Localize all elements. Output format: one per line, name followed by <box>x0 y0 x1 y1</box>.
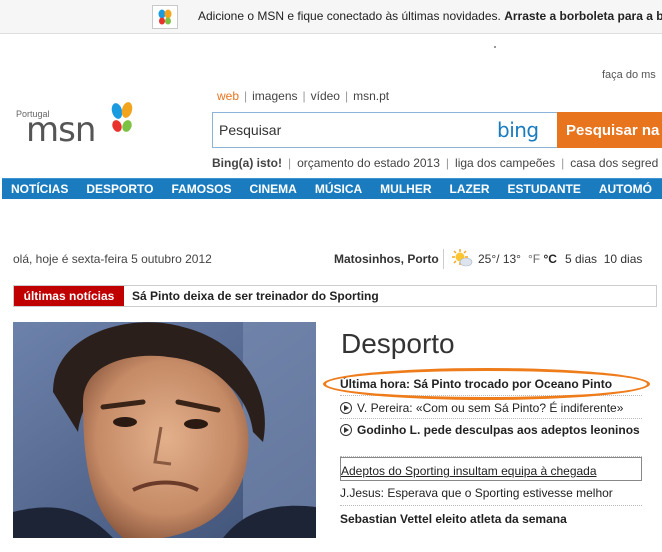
search-box: bing <box>212 112 560 148</box>
notification-message: Adicione o MSN e fique conectado às últi… <box>198 9 662 23</box>
headline-item[interactable]: Godinho L. pede desculpas aos adeptos le… <box>340 419 642 457</box>
msn-logo[interactable]: msn <box>26 110 96 150</box>
weather-location[interactable]: Matosinhos, Porto <box>334 252 439 266</box>
forecast-5-days[interactable]: 5 dias <box>565 252 597 266</box>
temperature-units: °F °C <box>528 252 557 266</box>
tab-images[interactable]: imagens <box>252 89 297 103</box>
nav-item-musica[interactable]: MÚSICA <box>315 179 362 199</box>
tab-web[interactable]: web <box>217 89 239 103</box>
bing-logo: bing <box>497 118 539 142</box>
headline-item[interactable]: V. Pereira: «Com ou sem Sá Pinto? É indi… <box>340 396 642 419</box>
trending-link[interactable]: casa dos segred <box>570 156 658 170</box>
nav-item-mulher[interactable]: MULHER <box>380 179 431 199</box>
butterfly-icon[interactable] <box>152 5 178 29</box>
nav-item-lazer[interactable]: LAZER <box>450 179 490 199</box>
trending-link[interactable]: liga dos campeões <box>455 156 555 170</box>
breaking-news-bar: últimas notícias Sá Pinto deixa de ser t… <box>13 285 657 307</box>
make-homepage-link[interactable]: faça do ms <box>602 69 656 81</box>
news-photo[interactable] <box>13 322 316 538</box>
tab-msn-pt[interactable]: msn.pt <box>353 89 389 103</box>
video-play-icon <box>340 402 352 414</box>
search-button[interactable]: Pesquisar na <box>557 112 662 148</box>
temperature: 25°/ 13° <box>478 252 521 266</box>
nav-item-estudante[interactable]: ESTUDANTE <box>508 179 581 199</box>
nav-item-desporto[interactable]: DESPORTO <box>86 179 153 199</box>
nav-item-famosos[interactable]: FAMOSOS <box>171 179 231 199</box>
date-greeting: olá, hoje é sexta-feira 5 outubro 2012 <box>13 252 212 266</box>
unit-fahrenheit[interactable]: °F <box>528 252 540 266</box>
video-play-icon <box>340 424 352 436</box>
msn-butterfly-logo-icon <box>111 102 133 132</box>
breaking-news-label: últimas notícias <box>14 286 124 306</box>
headline-item[interactable]: J.Jesus: Esperava que o Sporting estives… <box>340 481 642 506</box>
forecast-links: 5 dias 10 dias <box>565 252 642 266</box>
unit-celsius[interactable]: °C <box>543 252 556 266</box>
search-tabs: web | imagens | vídeo | msn.pt <box>217 89 390 103</box>
trending-link[interactable]: orçamento do estado 2013 <box>297 156 440 170</box>
bing-it-link[interactable]: Bing(a) isto! <box>212 156 282 170</box>
tab-video[interactable]: vídeo <box>311 89 340 103</box>
nav-item-noticias[interactable]: NOTÍCIAS <box>11 179 68 199</box>
breaking-news-headline[interactable]: Sá Pinto deixa de ser treinador do Sport… <box>132 289 379 303</box>
trending-links: Bing(a) isto! | orçamento do estado 2013 | l… <box>212 156 659 170</box>
section-title[interactable]: Desporto <box>341 328 455 360</box>
sun-icon <box>452 249 473 267</box>
search-input[interactable] <box>219 120 489 140</box>
forecast-10-days[interactable]: 10 dias <box>604 252 643 266</box>
nav-item-automovel[interactable]: AUTOMÓ <box>599 179 652 199</box>
divider-dot <box>494 46 496 48</box>
headline-item[interactable]: Sebastian Vettel eleito atleta da semana <box>340 506 642 531</box>
headline-list: Última hora: Sá Pinto trocado por Oceano… <box>340 374 642 531</box>
headline-item[interactable]: Última hora: Sá Pinto trocado por Oceano… <box>340 374 642 396</box>
main-nav: NOTÍCIAS DESPORTO FAMOSOS CINEMA MÚSICA … <box>2 178 662 199</box>
divider <box>443 249 444 269</box>
notification-bar: Adicione o MSN e fique conectado às últi… <box>0 0 662 34</box>
headline-item[interactable]: Adeptos do Sporting insultam equipa à ch… <box>340 457 642 481</box>
nav-item-cinema[interactable]: CINEMA <box>249 179 296 199</box>
